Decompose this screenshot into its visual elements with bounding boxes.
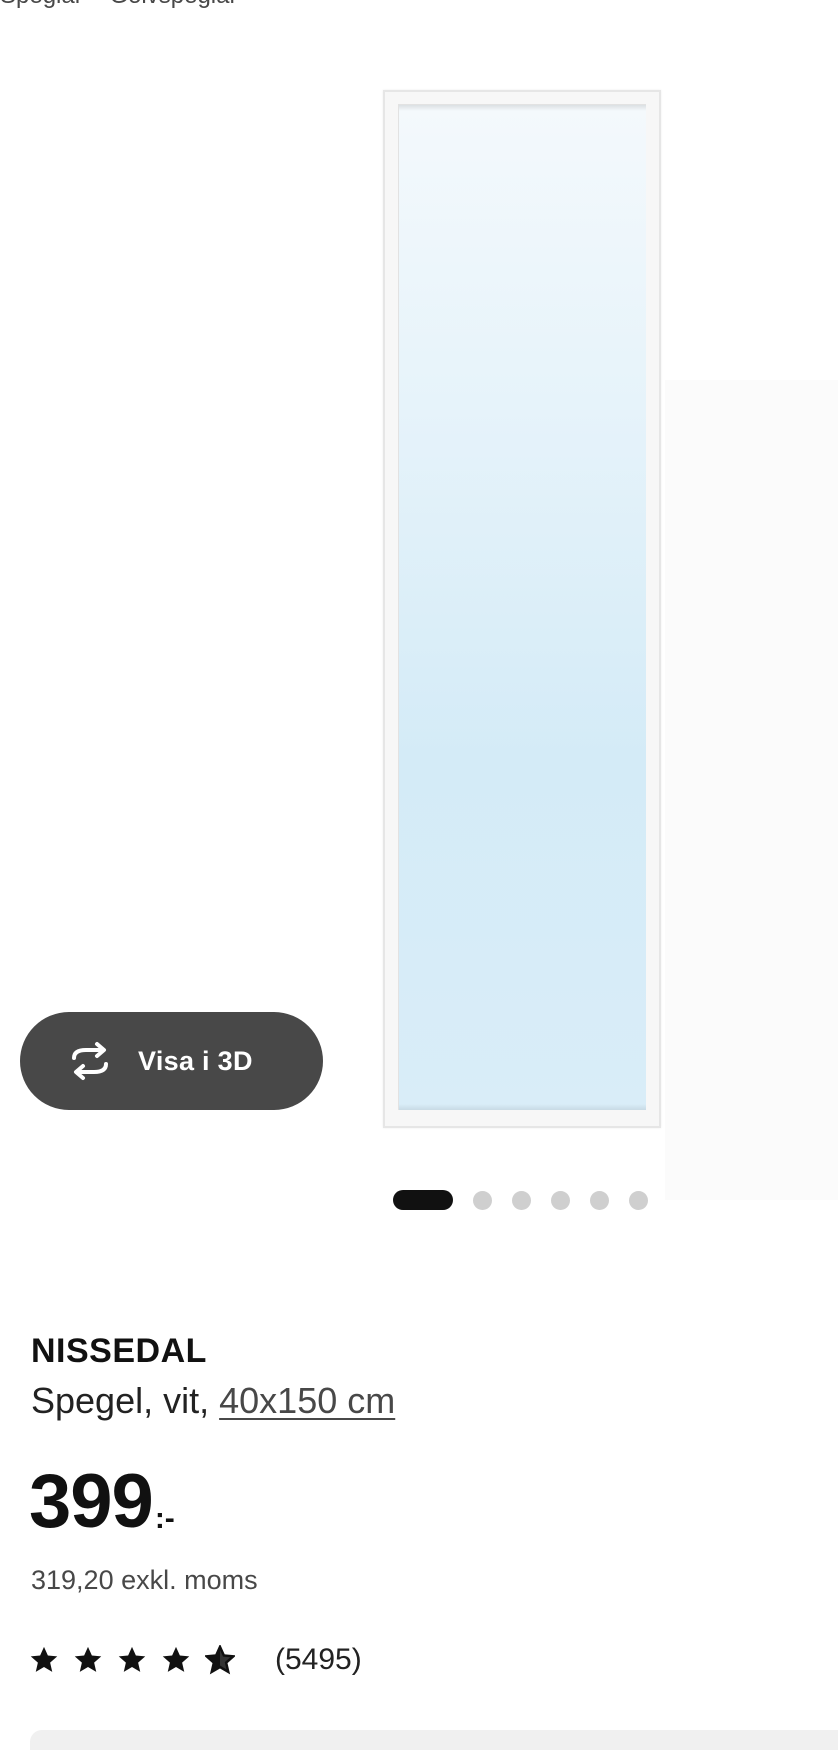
product-price: 399 :- — [29, 1462, 175, 1542]
half-star-icon — [205, 1645, 235, 1675]
rotate-3d-icon — [72, 1042, 108, 1080]
price-suffix: :- — [154, 1502, 175, 1535]
price-excl-vat: 319,20 exkl. moms — [31, 1565, 258, 1595]
carousel-dot[interactable] — [551, 1190, 570, 1210]
view-in-3d-button[interactable]: Visa i 3D — [20, 1012, 323, 1110]
breadcrumb: Speglar Golvspeglar — [0, 0, 838, 8]
carousel-dot-active[interactable] — [393, 1190, 453, 1210]
breadcrumb-item-golvspeglar[interactable]: Golvspeglar — [109, 0, 237, 8]
image-background — [665, 380, 838, 1200]
product-image-gallery[interactable] — [0, 60, 838, 1200]
product-description: Spegel, vit, 40x150 cm — [31, 1380, 395, 1422]
carousel-dot[interactable] — [590, 1190, 609, 1210]
product-rating[interactable]: (5495) — [29, 1643, 362, 1677]
carousel-indicator — [393, 1190, 668, 1210]
star-icon — [162, 1646, 190, 1672]
breadcrumb-item-speglar[interactable]: Speglar — [0, 0, 83, 8]
view-in-3d-label: Visa i 3D — [138, 1045, 253, 1076]
product-description-text: Spegel, vit, — [31, 1380, 210, 1421]
mirror-glass — [398, 104, 646, 1110]
bottom-panel-edge — [30, 1730, 838, 1750]
carousel-dot[interactable] — [629, 1190, 648, 1210]
star-icon — [118, 1646, 146, 1672]
carousel-dot[interactable] — [512, 1190, 531, 1210]
price-amount: 399 — [29, 1459, 154, 1544]
star-icon — [30, 1646, 58, 1672]
product-name: NISSEDAL — [31, 1332, 207, 1370]
product-size-link[interactable]: 40x150 cm — [219, 1380, 395, 1421]
product-image-mirror[interactable] — [383, 90, 661, 1128]
star-icon — [74, 1646, 102, 1672]
carousel-dot[interactable] — [473, 1190, 492, 1210]
rating-count: (5495) — [275, 1643, 362, 1676]
